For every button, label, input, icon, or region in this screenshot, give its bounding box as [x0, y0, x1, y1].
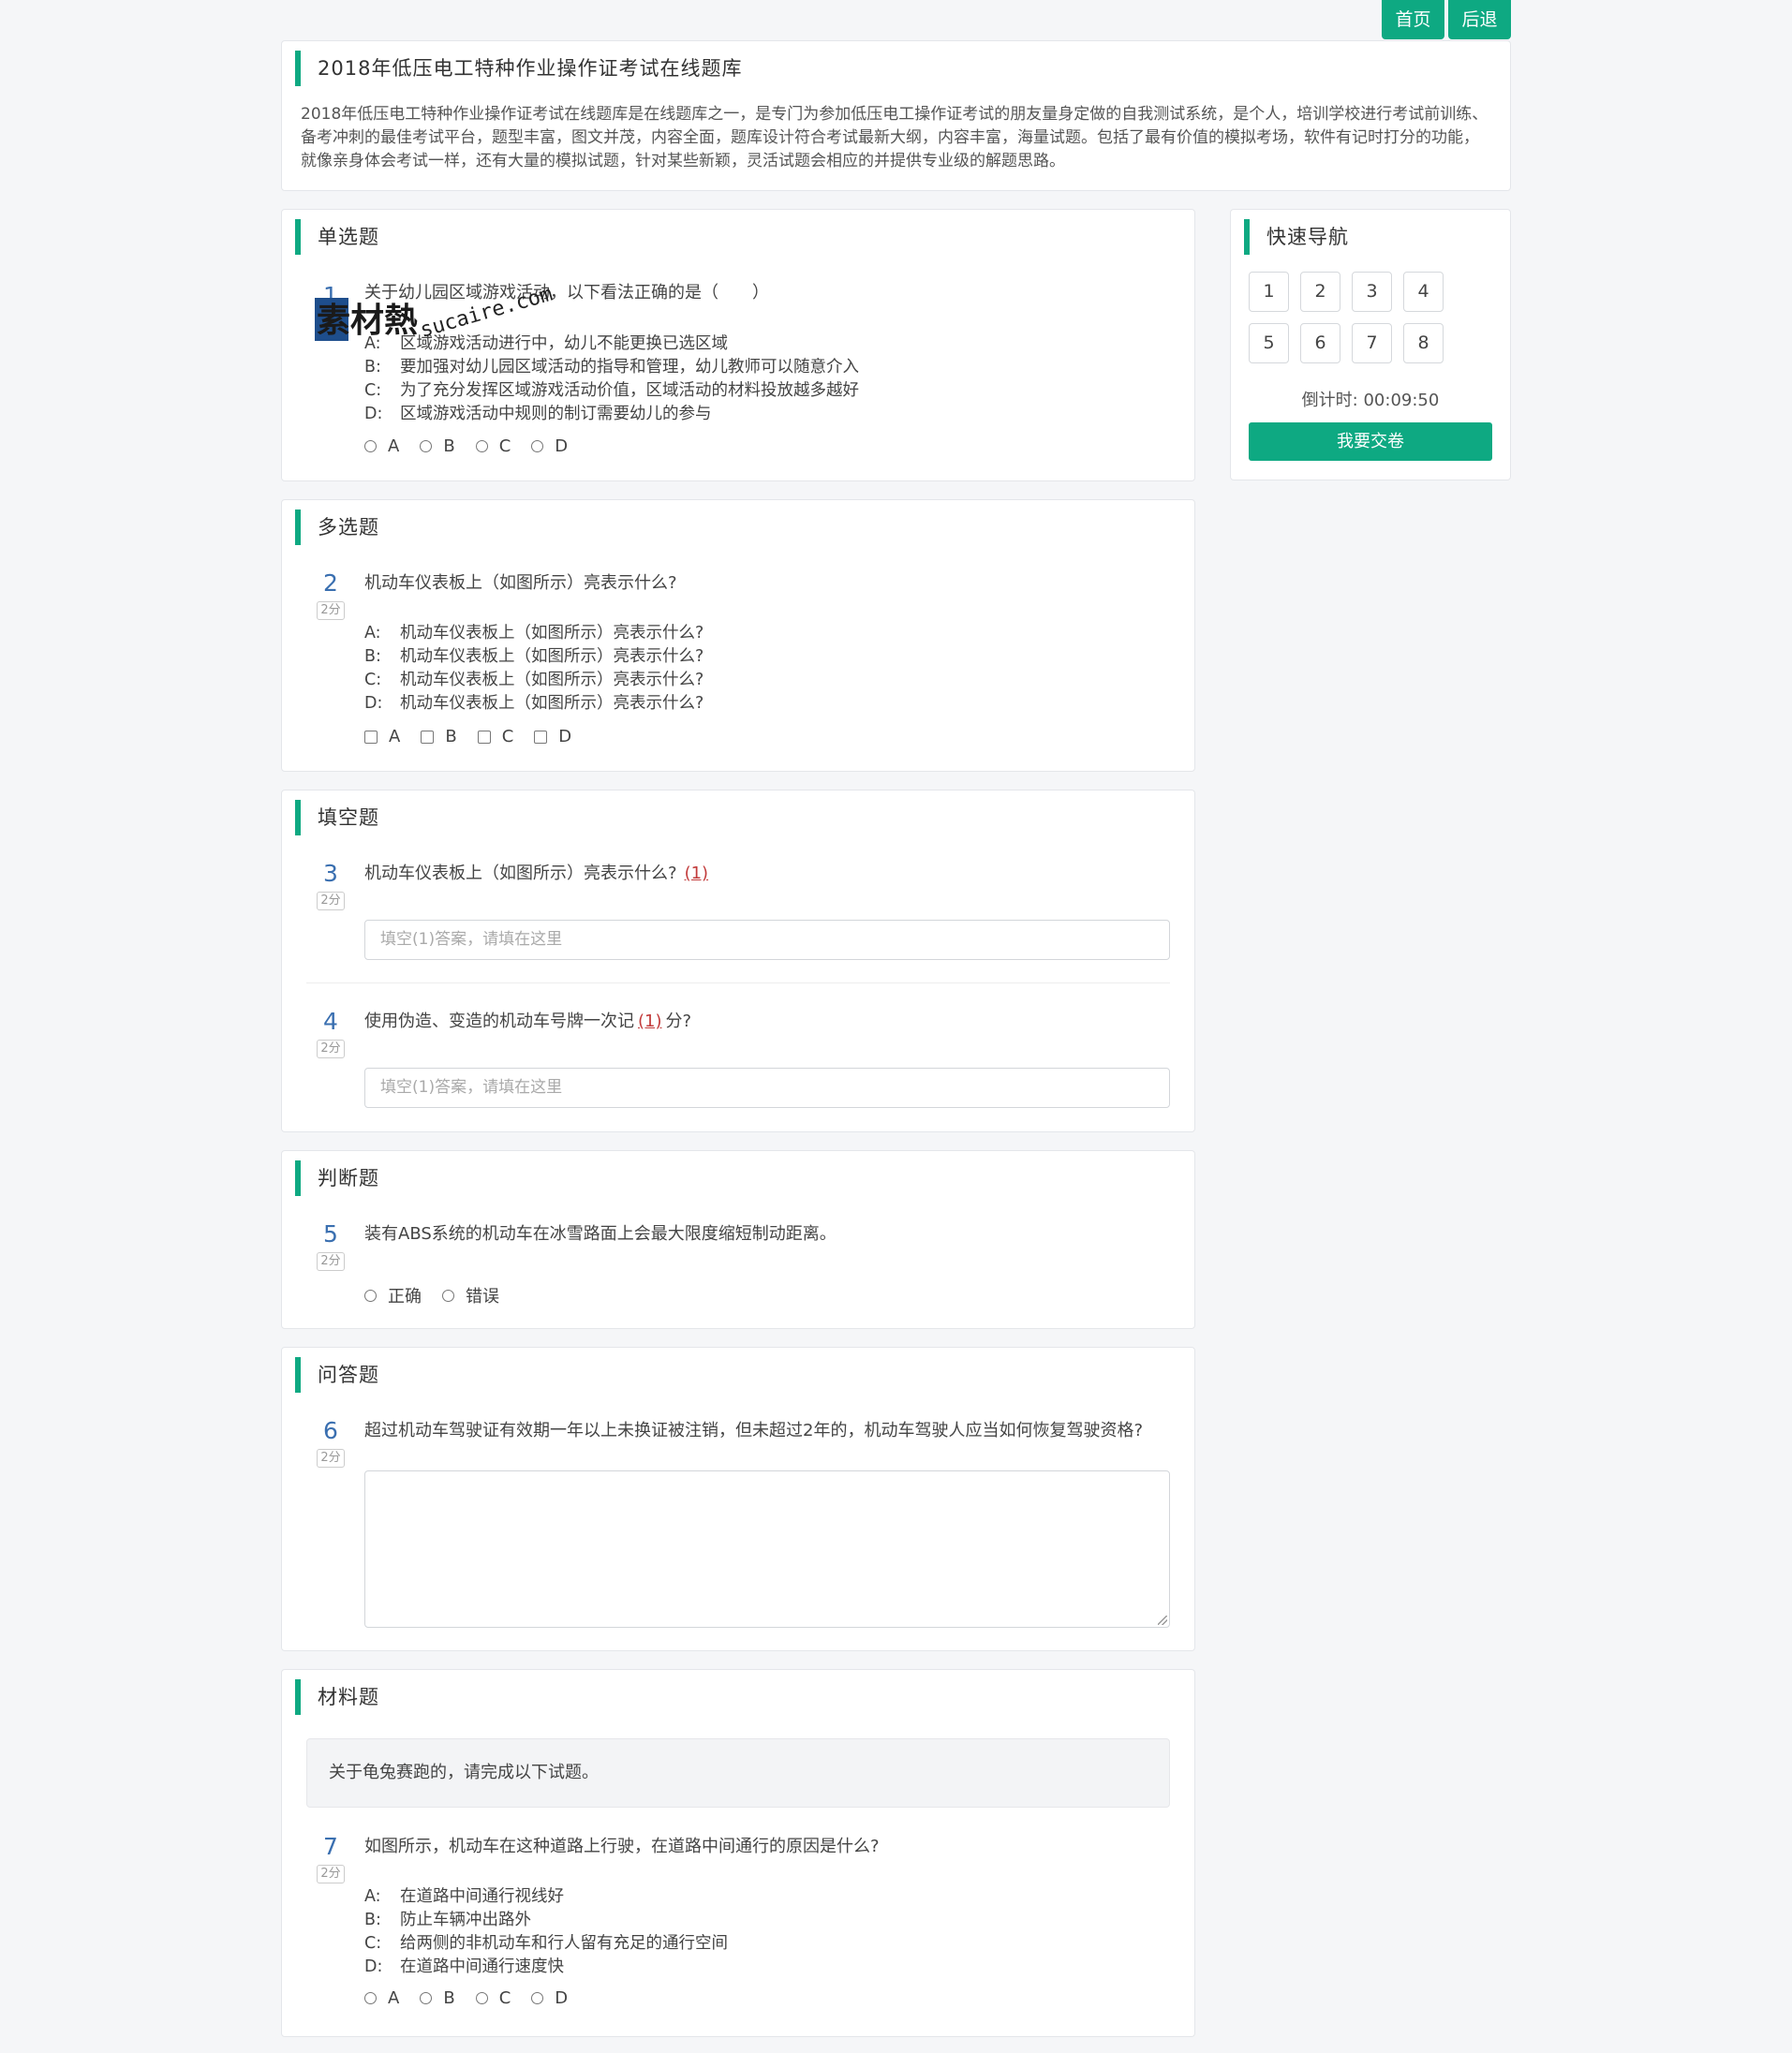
blank-answer-input[interactable]: 填空(1)答案，请填在这里 — [364, 920, 1170, 960]
timer-value: 00:09:50 — [1363, 391, 1440, 410]
countdown-timer: 倒计时: 00:09:50 — [1301, 391, 1440, 410]
score-badge: 2分 — [317, 1449, 345, 1468]
score-badge: 2分 — [317, 1040, 345, 1058]
section-title: 判断题 — [295, 1160, 379, 1196]
blank-marker: (1) — [638, 1012, 662, 1031]
svg-text:sucaire.com: sucaire.com — [418, 283, 555, 343]
answer-choices: A B C D — [364, 1988, 588, 2008]
section-title: 填空题 — [295, 800, 379, 835]
choice-c-checkbox[interactable]: C — [477, 727, 513, 746]
question-text: 机动车仪表板上（如图所示）亮表示什么? — [364, 573, 677, 593]
option-b: B: 要加强对幼儿园区域活动的指导和管理，幼儿教师可以随意介入 — [364, 358, 859, 377]
question-text: 使用伪造、变造的机动车号牌一次记 (1) 分? — [364, 1012, 692, 1031]
choice-d-radio[interactable]: D — [531, 1988, 568, 2008]
essay-answer-textarea[interactable] — [364, 1470, 1170, 1628]
choice-a-radio[interactable]: A — [364, 1988, 399, 2008]
divider — [306, 982, 1170, 983]
question-number: 4 — [323, 1008, 338, 1035]
option-a: A: 机动车仪表板上（如图所示）亮表示什么? — [364, 624, 704, 642]
choice-d-checkbox[interactable]: D — [534, 727, 571, 746]
answer-choices: A B C D — [364, 436, 588, 456]
question-number: 5 — [323, 1220, 338, 1248]
option-d: D: 区域游戏活动中规则的制订需要幼儿的参与 — [364, 405, 712, 423]
section-title: 多选题 — [295, 510, 379, 545]
intro-panel: 2018年低压电工特种作业操作证考试在线题库 2018年低压电工特种作业操作证考… — [281, 40, 1511, 191]
essay-section: 问答题 6 2分 超过机动车驾驶证有效期一年以上未换证被注销，但未超过2年的，机… — [281, 1347, 1195, 1651]
top-actions: 首页 后退 — [1382, 0, 1511, 39]
question-text: 装有ABS系统的机动车在冰雪路面上会最大限度缩短制动距离。 — [364, 1224, 837, 1244]
false-radio[interactable]: 错误 — [442, 1283, 499, 1307]
option-b: B: 防止车辆冲出路外 — [364, 1911, 531, 1929]
material-section: 材料题 关于龟兔赛跑的，请完成以下试题。 7 2分 如图所示，机动车在这种道路上… — [281, 1669, 1195, 2037]
section-title: 单选题 — [295, 219, 379, 255]
choice-a-checkbox[interactable]: A — [364, 727, 400, 746]
option-c: C: 为了充分发挥区域游戏活动价值，区域活动的材料投放越多越好 — [364, 381, 859, 400]
option-list: A: 机动车仪表板上（如图所示）亮表示什么? B: 机动车仪表板上（如图所示）亮表示… — [364, 622, 703, 716]
score-badge: 2分 — [317, 892, 345, 910]
true-false-section: 判断题 5 2分 装有ABS系统的机动车在冰雪路面上会最大限度缩短制动距离。 正… — [281, 1150, 1195, 1329]
blank-answer-input[interactable]: 填空(1)答案，请填在这里 — [364, 1068, 1170, 1108]
nav-question-2[interactable]: 2 — [1300, 272, 1340, 312]
watermark-logo: 素材熱 sucaire.com — [315, 277, 586, 352]
score-badge: 2分 — [317, 1865, 345, 1883]
back-button[interactable]: 后退 — [1448, 0, 1511, 39]
material-passage: 关于龟兔赛跑的，请完成以下试题。 — [306, 1738, 1170, 1808]
choice-d-radio[interactable]: D — [531, 436, 568, 456]
multi-choice-section: 多选题 2 2分 机动车仪表板上（如图所示）亮表示什么? A: 机动车仪表板上（如… — [281, 499, 1195, 772]
choice-b-checkbox[interactable]: B — [421, 727, 457, 746]
intro-description: 2018年低压电工特种作业操作证考试在线题库是在线题库之一，是专门为参加低压电工… — [301, 105, 1488, 170]
option-a: A: 在道路中间通行视线好 — [364, 1887, 564, 1906]
choice-b-radio[interactable]: B — [420, 436, 455, 456]
svg-text:素材熱: 素材熱 — [317, 302, 418, 340]
nav-title: 快速导航 — [1244, 219, 1349, 255]
resize-handle[interactable] — [1158, 1616, 1167, 1625]
question-number: 7 — [323, 1833, 338, 1860]
question-number: 3 — [323, 860, 338, 887]
question-text: 机动车仪表板上（如图所示）亮表示什么? (1) — [364, 864, 709, 883]
section-title: 材料题 — [295, 1679, 379, 1715]
nav-question-6[interactable]: 6 — [1300, 323, 1340, 363]
submit-exam-button[interactable]: 我要交卷 — [1249, 422, 1492, 461]
question-number: 6 — [323, 1417, 338, 1444]
answer-choices: 正确 错误 — [364, 1283, 520, 1307]
option-b: B: 机动车仪表板上（如图所示）亮表示什么? — [364, 647, 704, 666]
home-button[interactable]: 首页 — [1382, 0, 1444, 39]
nav-question-8[interactable]: 8 — [1403, 323, 1444, 363]
intro-title: 2018年低压电工特种作业操作证考试在线题库 — [295, 51, 742, 86]
fill-blank-section: 填空题 3 2分 机动车仪表板上（如图所示）亮表示什么? (1) 填空(1)答案，… — [281, 790, 1195, 1132]
option-c: C: 给两侧的非机动车和行人留有充足的通行空间 — [364, 1934, 728, 1953]
nav-question-3[interactable]: 3 — [1352, 272, 1392, 312]
option-list: A: 在道路中间通行视线好 B: 防止车辆冲出路外 C: 给两侧的非机动车和行人留有充… — [364, 1885, 728, 1979]
blank-marker: (1) — [684, 864, 709, 883]
nav-question-4[interactable]: 4 — [1403, 272, 1444, 312]
choice-c-radio[interactable]: C — [475, 436, 511, 456]
nav-question-1[interactable]: 1 — [1249, 272, 1289, 312]
nav-question-7[interactable]: 7 — [1352, 323, 1392, 363]
quick-nav-panel: 快速导航 1 2 3 4 5 6 7 8 倒计时: 00:09:50 我要交卷 — [1230, 209, 1511, 480]
nav-question-5[interactable]: 5 — [1249, 323, 1289, 363]
option-c: C: 机动车仪表板上（如图所示）亮表示什么? — [364, 671, 704, 689]
question-text: 超过机动车驾驶证有效期一年以上未换证被注销，但未超过2年的，机动车驾驶人应当如何… — [364, 1421, 1144, 1440]
section-title: 问答题 — [295, 1357, 379, 1393]
question-number: 2 — [323, 569, 338, 597]
score-badge: 2分 — [317, 601, 345, 620]
option-d: D: 在道路中间通行速度快 — [364, 1957, 564, 1976]
answer-choices: A B C D — [364, 727, 592, 746]
question-text: 如图所示，机动车在这种道路上行驶，在道路中间通行的原因是什么? — [364, 1837, 880, 1856]
question-nav-grid: 1 2 3 4 5 6 7 8 — [1249, 272, 1444, 363]
score-badge: 2分 — [317, 1252, 345, 1271]
option-d: D: 机动车仪表板上（如图所示）亮表示什么? — [364, 694, 704, 713]
choice-b-radio[interactable]: B — [420, 1988, 455, 2008]
true-radio[interactable]: 正确 — [364, 1283, 422, 1307]
choice-c-radio[interactable]: C — [475, 1988, 511, 2008]
choice-a-radio[interactable]: A — [364, 436, 399, 456]
